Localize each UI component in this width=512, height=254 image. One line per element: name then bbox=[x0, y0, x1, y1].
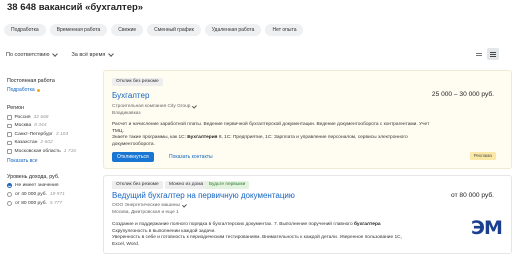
vacancy-salary: от 80 000 руб. bbox=[451, 192, 494, 199]
chip-fresh[interactable]: Свежие bbox=[111, 24, 144, 36]
description-line: Расчет и начисление заработной платы. Ве… bbox=[112, 122, 442, 135]
description-line: документооборота. bbox=[112, 142, 442, 149]
watermark-logo: ЭМ bbox=[471, 217, 503, 239]
filter-chips: Подработка Временная работа Свежие Сменн… bbox=[4, 24, 304, 36]
part-time-link[interactable]: Подработка bbox=[7, 87, 97, 93]
income-option[interactable]: Не имеет значения bbox=[7, 181, 97, 190]
sidebar-filters: Постоянная работа Подработка Регион Росс… bbox=[7, 78, 97, 220]
region-name: Санкт-Петербург bbox=[14, 131, 53, 137]
checkbox[interactable] bbox=[7, 123, 12, 128]
description-text: Расчет и начисление заработной платы. Ве… bbox=[112, 122, 430, 134]
work-type-filter: Постоянная работа Подработка bbox=[7, 78, 97, 93]
work-type-heading: Постоянная работа bbox=[7, 78, 55, 84]
company-name-text: Строительная компания City Group bbox=[112, 104, 191, 109]
vacancy-card[interactable]: Отклик без резюме Можно из дома Будьте п… bbox=[103, 175, 512, 254]
description-text: Знаете такие программы, как 1С: Бухгалте… bbox=[112, 135, 408, 141]
income-option-label: от 80 000 руб. bbox=[15, 200, 47, 206]
chip-no-experience[interactable]: Нет опыта bbox=[265, 24, 304, 36]
company-name-text: ООО Энергетические машины bbox=[112, 203, 180, 208]
description-line: Создание и поддержание полного порядка в… bbox=[112, 222, 442, 229]
period-label: За всё время bbox=[71, 52, 106, 58]
region-option[interactable]: Москва 8 344 bbox=[7, 122, 97, 131]
page-title: 38 648 вакансий «бухгалтер» bbox=[7, 2, 144, 13]
vacancy-card[interactable]: Отклик без резюме Бухгалтер 25 000 – 30 … bbox=[103, 70, 512, 169]
description-text: Создание и поддержание полного порядка в… bbox=[112, 222, 381, 227]
verified-check-icon bbox=[181, 202, 187, 208]
region-count: 32 668 bbox=[33, 114, 49, 120]
income-option[interactable]: от 80 000 руб. 5 777 bbox=[7, 199, 97, 208]
description-line: Excel, Word. bbox=[112, 242, 442, 249]
ad-badge: Реклама bbox=[469, 152, 496, 160]
dot-icon bbox=[36, 88, 40, 92]
region-heading: Регион bbox=[7, 105, 25, 111]
compact-list-icon bbox=[476, 52, 482, 56]
region-name: Московская область bbox=[14, 148, 61, 154]
checkbox[interactable] bbox=[7, 149, 12, 154]
show-contacts-link[interactable]: Показать контакты bbox=[169, 152, 213, 162]
description-text: документооборота. bbox=[112, 141, 155, 147]
region-filter: Регион Россия 32 668 Москва 8 344 Санкт-… bbox=[7, 105, 97, 164]
radio-selected[interactable] bbox=[7, 182, 12, 188]
period-dropdown[interactable]: За всё время bbox=[71, 51, 115, 58]
income-option-count: 19 971 bbox=[49, 191, 65, 197]
region-count: 2 602 bbox=[40, 140, 53, 146]
income-option-label: от 40 000 руб. bbox=[15, 191, 47, 197]
region-count: 3 104 bbox=[55, 131, 69, 137]
compact-view-button[interactable] bbox=[473, 48, 485, 60]
show-all-regions-link[interactable]: Показать все bbox=[7, 158, 97, 164]
chip-remote[interactable]: Удаленная работа bbox=[204, 24, 262, 36]
sort-order-label: По соответствию bbox=[6, 52, 50, 58]
region-name: Россия bbox=[14, 114, 31, 120]
radio[interactable] bbox=[7, 191, 12, 197]
description-text: Скрупулезность в выполнении каждой задач… bbox=[112, 228, 216, 234]
radio[interactable] bbox=[7, 200, 12, 206]
region-option[interactable]: Россия 32 668 bbox=[7, 113, 97, 122]
be-first-badge: Будьте первыми bbox=[205, 181, 250, 189]
company-name[interactable]: Строительная компания City Group bbox=[112, 103, 198, 109]
vacancy-description: Создание и поддержание полного порядка в… bbox=[112, 222, 442, 248]
region-name: Москва bbox=[14, 123, 32, 129]
remote-badge: Можно из дома bbox=[165, 181, 208, 189]
region-option[interactable]: Санкт-Петербург 3 104 bbox=[7, 130, 97, 139]
checkbox[interactable] bbox=[7, 132, 12, 137]
verified-check-icon bbox=[192, 103, 198, 109]
region-option[interactable]: Казахстан 2 602 bbox=[7, 139, 97, 148]
vacancy-title-link[interactable]: Ведущий бухгалтер на первичную документа… bbox=[112, 191, 295, 200]
income-heading: Уровень дохода, руб. bbox=[7, 173, 60, 180]
chip-temporary[interactable]: Временная работа bbox=[49, 24, 108, 36]
vacancy-city: Москва, Дмитровская и еще 1 bbox=[112, 210, 179, 215]
respond-button[interactable]: Откликнуться bbox=[112, 152, 154, 162]
description-text: Уверенность в себе и готовность к период… bbox=[112, 235, 402, 241]
income-option-count: 5 777 bbox=[49, 200, 63, 206]
vacancy-description: Расчет и начисление заработной платы. Ве… bbox=[112, 122, 442, 148]
chip-shift-schedule[interactable]: Сменный график bbox=[147, 24, 201, 36]
chip-part-time[interactable]: Подработка bbox=[4, 24, 46, 36]
chevron-down-icon bbox=[108, 51, 115, 57]
income-option-label: Не имеет значения bbox=[15, 182, 59, 188]
region-option[interactable]: Московская область 1 716 bbox=[7, 147, 97, 156]
company-name[interactable]: ООО Энергетические машины bbox=[112, 202, 187, 208]
income-filter: Уровень дохода, руб. Не имеет значения о… bbox=[7, 174, 97, 208]
description-line: Уверенность в себе и готовность к период… bbox=[112, 235, 442, 242]
region-count: 8 344 bbox=[34, 123, 47, 129]
checkbox[interactable] bbox=[7, 115, 12, 120]
region-name: Казахстан bbox=[14, 140, 38, 146]
full-view-button[interactable] bbox=[487, 48, 499, 60]
vacancy-title-link[interactable]: Бухгалтер bbox=[112, 91, 149, 100]
part-time-link-label: Подработка bbox=[7, 87, 35, 93]
sort-order-dropdown[interactable]: По соответствию bbox=[6, 51, 59, 58]
income-option[interactable]: от 40 000 руб. 19 971 bbox=[7, 190, 97, 199]
description-line: Знаете такие программы, как 1С: Бухгалте… bbox=[112, 135, 442, 142]
checkbox[interactable] bbox=[7, 140, 12, 145]
chevron-down-icon bbox=[52, 51, 59, 57]
view-toggle bbox=[473, 48, 499, 60]
no-resume-badge: Отклик без резюме bbox=[112, 78, 163, 86]
list-icon bbox=[490, 51, 496, 57]
sort-bar: По соответствию За всё время bbox=[6, 51, 115, 58]
vacancy-salary: 25 000 – 30 000 руб. bbox=[431, 91, 494, 98]
region-count: 1 716 bbox=[63, 148, 77, 154]
description-text: Excel, Word. bbox=[112, 241, 140, 247]
no-resume-badge: Отклик без резюме bbox=[112, 181, 163, 189]
vacancy-city: Владикавказ bbox=[112, 111, 141, 116]
